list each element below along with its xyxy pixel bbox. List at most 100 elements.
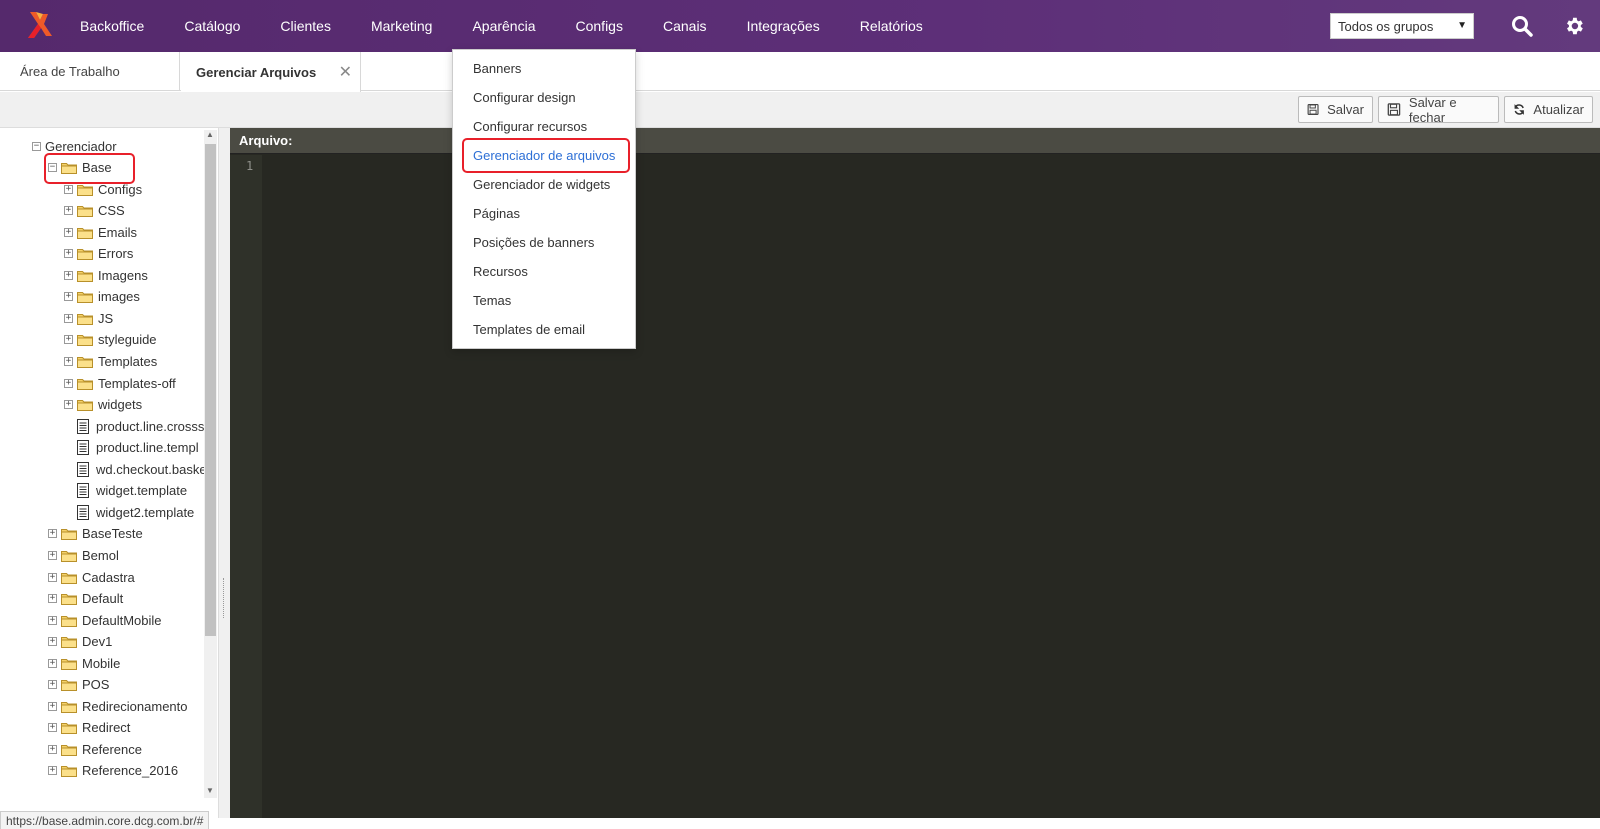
nav-canais[interactable]: Canais bbox=[643, 0, 727, 52]
menu-item-recursos[interactable]: Recursos bbox=[473, 264, 528, 279]
folder-icon bbox=[61, 743, 82, 756]
expand-toggle-icon[interactable]: + bbox=[48, 680, 57, 690]
tree-node-folder[interactable]: + DefaultMobile bbox=[48, 610, 162, 630]
tree-node-folder[interactable]: + Redirect bbox=[48, 718, 130, 738]
expand-toggle-icon[interactable]: + bbox=[64, 184, 73, 194]
tree-node-folder[interactable]: + CSS bbox=[64, 201, 125, 221]
tree-node-file[interactable]: product.line.templ bbox=[64, 438, 199, 458]
tree-node-folder[interactable]: + JS bbox=[64, 308, 113, 328]
expand-toggle-icon[interactable]: + bbox=[48, 766, 57, 776]
highlight-base-folder bbox=[44, 153, 135, 184]
nav-aparencia[interactable]: Aparência bbox=[452, 0, 555, 52]
expand-toggle-icon[interactable]: + bbox=[64, 400, 73, 410]
tree-node-file[interactable]: widget.template bbox=[64, 481, 187, 501]
expand-toggle-icon[interactable]: + bbox=[64, 313, 73, 323]
nav-marketing[interactable]: Marketing bbox=[351, 0, 452, 52]
tree-scrollbar[interactable]: ▲ ▼ bbox=[204, 130, 217, 798]
expand-toggle-icon[interactable]: + bbox=[64, 378, 73, 388]
tree-node-label: Imagens bbox=[98, 267, 148, 283]
nav-catalogo[interactable]: Catálogo bbox=[164, 0, 260, 52]
nav-relatorios[interactable]: Relatórios bbox=[840, 0, 943, 52]
tree-node-folder[interactable]: + Templates-off bbox=[64, 373, 176, 393]
splitter-grip[interactable] bbox=[223, 578, 226, 618]
expand-toggle-icon[interactable]: + bbox=[48, 550, 57, 560]
expand-toggle-icon[interactable]: + bbox=[48, 637, 57, 647]
close-icon[interactable]: ✕ bbox=[339, 62, 352, 82]
tree-node-file[interactable]: widget2.template bbox=[64, 502, 194, 522]
tab-area-de-trabalho[interactable]: Área de Trabalho bbox=[0, 52, 180, 91]
tree-node-file[interactable]: product.line.crosss bbox=[64, 416, 204, 436]
menu-item-banners[interactable]: Banners bbox=[473, 61, 521, 76]
tree-node-folder[interactable]: + Mobile bbox=[48, 653, 120, 673]
tree-node-folder[interactable]: + Redirecionamento bbox=[48, 696, 188, 716]
menu-item-configurar-design[interactable]: Configurar design bbox=[473, 90, 576, 105]
panel-splitter[interactable] bbox=[218, 128, 230, 818]
folder-icon bbox=[77, 398, 98, 412]
group-select[interactable]: Todos os grupos ▼ bbox=[1330, 13, 1474, 39]
tree-node-folder[interactable]: + images bbox=[64, 287, 140, 307]
code-editor[interactable]: Arquivo: 1 bbox=[230, 128, 1600, 818]
tree-node-folder[interactable]: + styleguide bbox=[64, 330, 157, 350]
menu-item-templates-de-email[interactable]: Templates de email bbox=[473, 322, 585, 337]
expand-toggle-icon[interactable]: + bbox=[48, 572, 57, 582]
refresh-button[interactable]: Atualizar bbox=[1504, 96, 1593, 123]
search-icon[interactable] bbox=[1496, 0, 1548, 52]
editor-gutter bbox=[230, 155, 262, 818]
tab-label: Gerenciar Arquivos bbox=[196, 64, 317, 80]
expand-toggle-icon[interactable]: + bbox=[48, 658, 57, 668]
folder-icon bbox=[77, 247, 98, 261]
tree-node-folder[interactable]: + Emails bbox=[64, 222, 137, 242]
expand-toggle-icon[interactable]: + bbox=[64, 227, 73, 237]
brand-logo-icon[interactable] bbox=[0, 0, 80, 52]
tree-node-label: Emails bbox=[98, 224, 138, 240]
menu-item-posicoes-de-banners[interactable]: Posições de banners bbox=[473, 235, 594, 250]
expand-toggle-icon[interactable]: + bbox=[64, 292, 73, 302]
menu-item-paginas[interactable]: Páginas bbox=[473, 206, 520, 221]
tree-node-folder[interactable]: + POS bbox=[48, 675, 109, 695]
tree-node-folder[interactable]: + Reference_2016 bbox=[48, 761, 178, 781]
nav-integracoes[interactable]: Integrações bbox=[727, 0, 840, 52]
folder-icon bbox=[61, 527, 82, 541]
expand-toggle-icon[interactable]: + bbox=[64, 206, 73, 216]
expand-toggle-icon[interactable]: + bbox=[64, 335, 73, 345]
expand-toggle-icon[interactable]: + bbox=[48, 529, 57, 539]
top-navigation-bar: Backoffice Catálogo Clientes Marketing A… bbox=[0, 0, 1600, 52]
tree-node-folder[interactable]: + Reference bbox=[48, 739, 142, 759]
tree-node-folder[interactable]: + Imagens bbox=[64, 265, 148, 285]
nav-clientes[interactable]: Clientes bbox=[260, 0, 351, 52]
menu-item-configurar-recursos[interactable]: Configurar recursos bbox=[473, 119, 587, 134]
save-close-button[interactable]: Salvar e fechar bbox=[1378, 95, 1499, 125]
tab-gerenciar-arquivos[interactable]: Gerenciar Arquivos ✕ bbox=[181, 52, 361, 92]
menu-item-gerenciador-de-widgets[interactable]: Gerenciador de widgets bbox=[473, 177, 610, 192]
expand-toggle-icon[interactable]: + bbox=[64, 249, 73, 259]
folder-icon bbox=[61, 571, 82, 584]
scroll-down-icon[interactable]: ▼ bbox=[206, 786, 214, 795]
expand-toggle-icon[interactable]: − bbox=[32, 141, 41, 151]
save-button[interactable]: Salvar bbox=[1298, 96, 1373, 123]
gear-icon[interactable] bbox=[1548, 0, 1600, 52]
expand-toggle-icon[interactable]: + bbox=[48, 744, 57, 754]
nav-backoffice[interactable]: Backoffice bbox=[80, 0, 164, 52]
expand-toggle-icon[interactable]: + bbox=[48, 615, 57, 625]
expand-toggle-icon[interactable]: + bbox=[48, 701, 57, 711]
expand-toggle-icon[interactable]: + bbox=[48, 594, 57, 604]
tree-node-folder[interactable]: + Errors bbox=[64, 244, 133, 264]
expand-toggle-icon[interactable]: + bbox=[48, 723, 57, 733]
expand-toggle-icon[interactable]: + bbox=[64, 270, 73, 280]
scrollbar-thumb[interactable] bbox=[205, 144, 216, 636]
nav-configs[interactable]: Configs bbox=[556, 0, 643, 52]
tree-node-folder[interactable]: + Cadastra bbox=[48, 567, 135, 587]
folder-icon bbox=[77, 290, 98, 304]
menu-item-temas[interactable]: Temas bbox=[473, 293, 511, 308]
tree-node-folder[interactable]: + Dev1 bbox=[48, 632, 112, 652]
tree-node-folder[interactable]: + Bemol bbox=[48, 545, 119, 565]
refresh-button-label: Atualizar bbox=[1533, 102, 1584, 117]
tree-node-label: widget2.template bbox=[96, 504, 195, 520]
tree-node-folder[interactable]: + BaseTeste bbox=[48, 524, 143, 544]
tree-node-folder[interactable]: + Templates bbox=[64, 352, 157, 372]
tree-node-file[interactable]: wd.checkout.baske bbox=[64, 459, 207, 479]
scroll-up-icon[interactable]: ▲ bbox=[206, 130, 214, 139]
expand-toggle-icon[interactable]: + bbox=[64, 357, 73, 366]
tree-node-folder[interactable]: + Default bbox=[48, 589, 123, 609]
tree-node-folder[interactable]: + widgets bbox=[64, 395, 142, 415]
